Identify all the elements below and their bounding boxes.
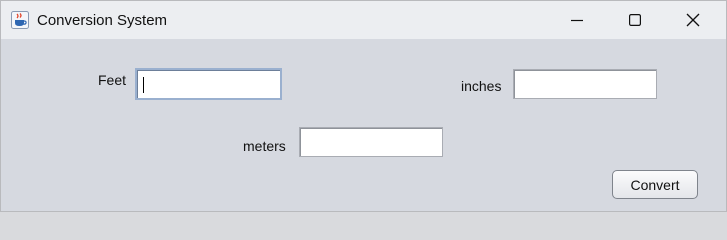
conversion-window: Conversion System Feet inches meters Con… bbox=[0, 0, 727, 212]
feet-input[interactable] bbox=[135, 68, 282, 100]
window-title: Conversion System bbox=[37, 12, 168, 29]
close-icon bbox=[686, 13, 700, 27]
meters-input[interactable] bbox=[299, 127, 443, 157]
maximize-icon bbox=[629, 14, 641, 26]
minimize-icon bbox=[571, 19, 583, 22]
title-bar[interactable]: Conversion System bbox=[1, 1, 726, 39]
minimize-button[interactable] bbox=[554, 1, 600, 39]
inches-label: inches bbox=[461, 78, 502, 94]
meters-label: meters bbox=[243, 138, 286, 154]
inches-input[interactable] bbox=[513, 69, 657, 99]
text-caret bbox=[143, 77, 144, 93]
java-cup-icon bbox=[11, 11, 29, 29]
close-button[interactable] bbox=[670, 1, 716, 39]
feet-label: Feet bbox=[98, 72, 127, 88]
maximize-button[interactable] bbox=[612, 1, 658, 39]
convert-button[interactable]: Convert bbox=[612, 170, 698, 199]
